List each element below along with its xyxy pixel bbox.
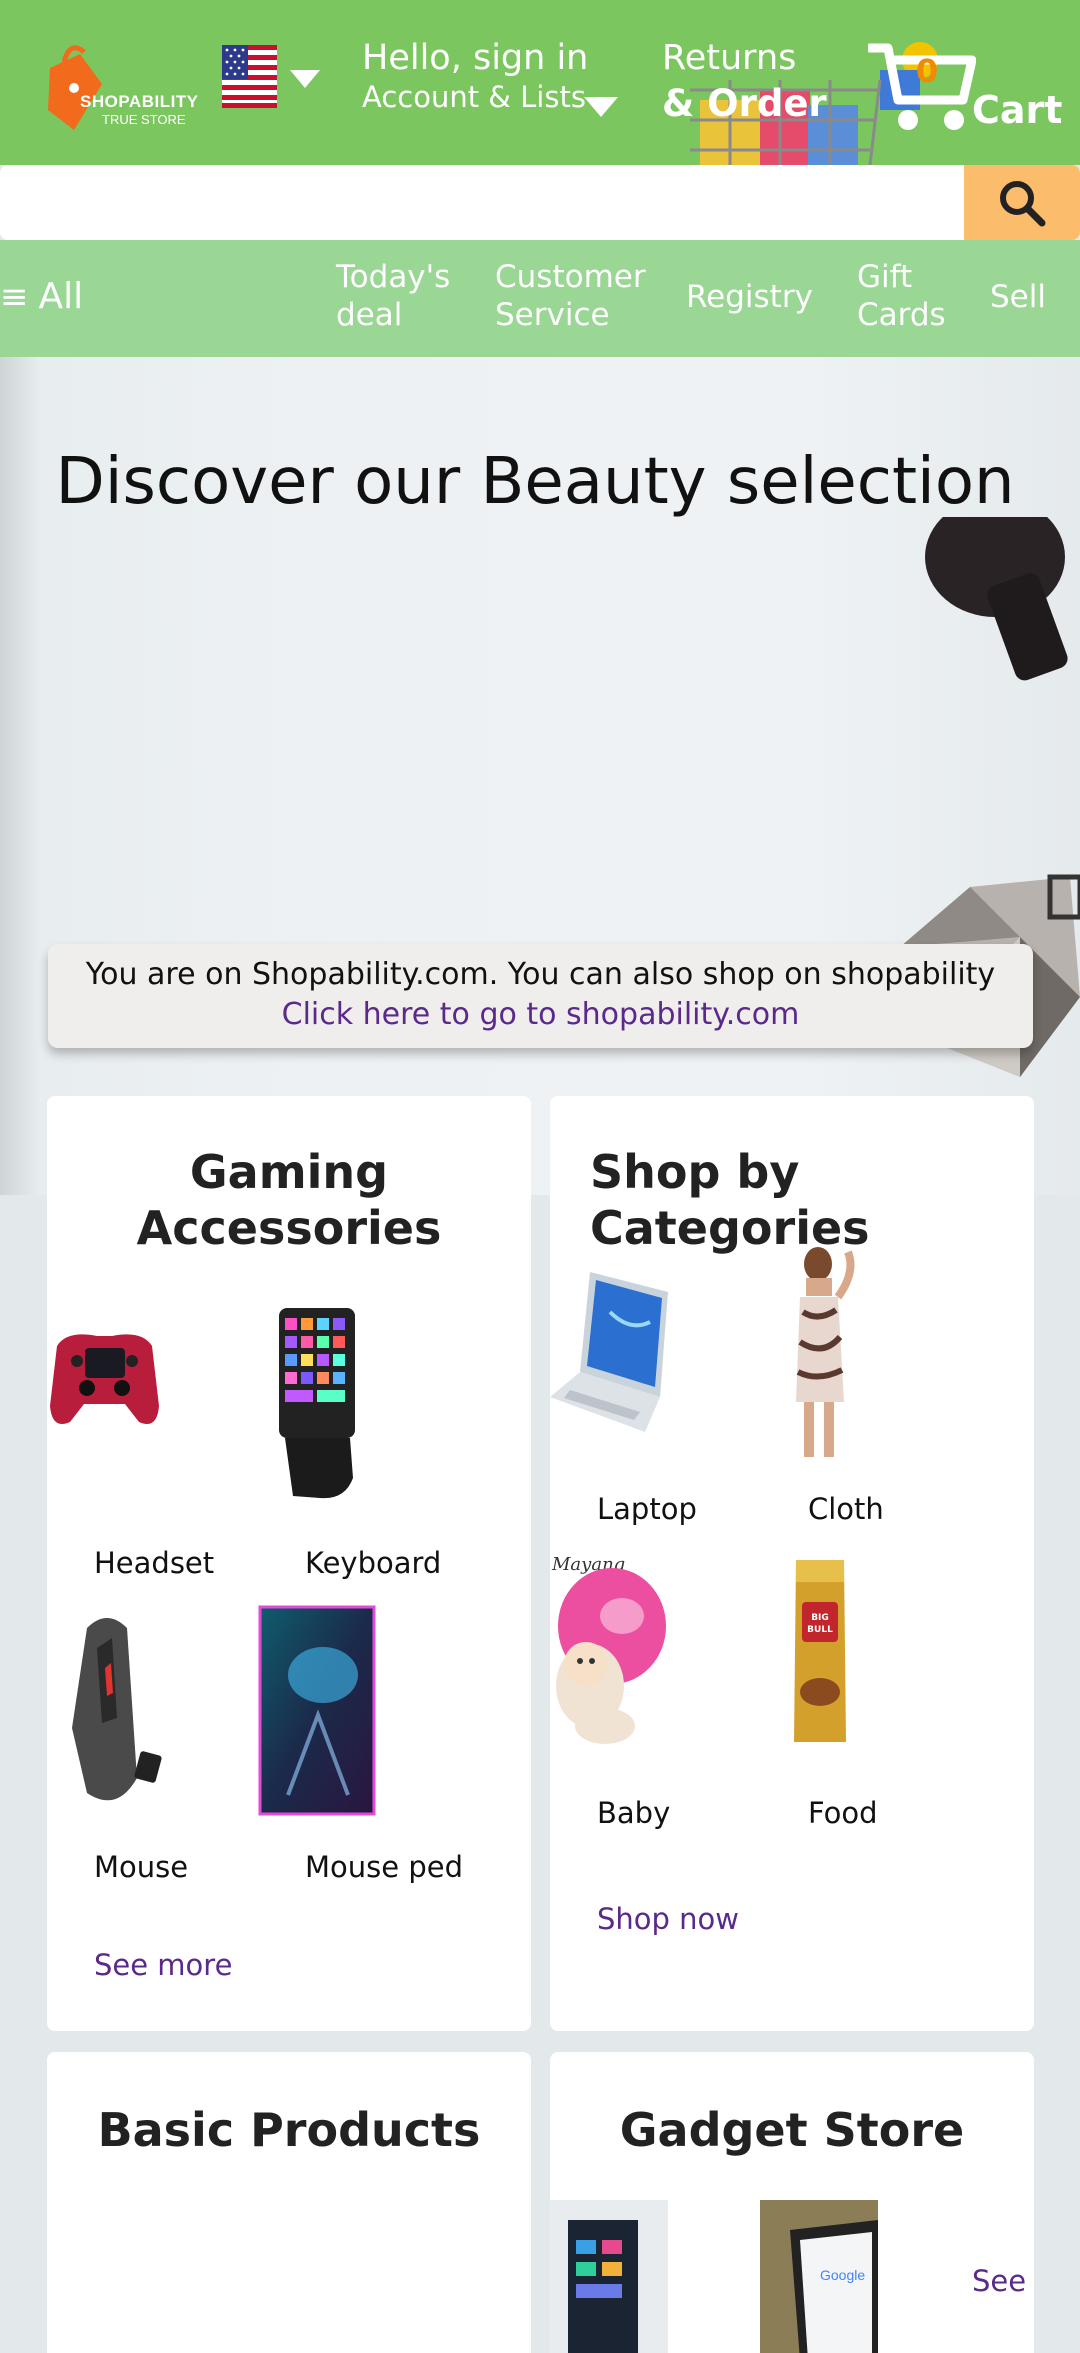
cart-count-badge: 0 [915, 52, 939, 90]
gaming-accessories-card: Gaming Accessories Headset Keyboard Mous… [47, 1096, 531, 2031]
food-pack-image[interactable]: BIG BULL [790, 1552, 850, 1752]
nav-item-sell[interactable]: Sell [990, 278, 1046, 316]
logo-subtext: TRUE STORE [102, 112, 186, 127]
nav-item-customer-service[interactable]: Customer Service [495, 258, 655, 334]
notice-link[interactable]: Click here to go to shopability.com [282, 997, 800, 1032]
search-button[interactable] [964, 165, 1080, 240]
gamepad-image[interactable] [47, 1326, 162, 1436]
hero-title: Discover our Beauty selection [55, 445, 1015, 519]
chevron-down-icon[interactable] [290, 70, 320, 88]
laptop-image[interactable] [550, 1262, 668, 1442]
card-title: Basic Products [97, 2103, 481, 2157]
chevron-down-icon[interactable] [584, 97, 618, 117]
see-link[interactable]: See [972, 2264, 1026, 2298]
baby-image[interactable]: Mayang [550, 1546, 668, 1756]
item-label-mouse-pad[interactable]: Mouse ped [305, 1850, 463, 1884]
item-label-keyboard[interactable]: Keyboard [305, 1546, 441, 1580]
notice-text: You are on Shopability.com. You can also… [85, 957, 996, 992]
gadget-store-card: Gadget Store Google See [550, 2052, 1034, 2353]
hero-banner[interactable]: Discover our Beauty selection [0, 357, 1080, 1195]
nav-all-menu[interactable]: ≡ All [0, 278, 83, 316]
smart-tv-image[interactable] [550, 2200, 668, 2353]
item-label-food[interactable]: Food [808, 1796, 878, 1830]
dress-image[interactable] [778, 1242, 860, 1462]
item-label-laptop[interactable]: Laptop [597, 1492, 697, 1526]
card-title: Shop by Categories [590, 1145, 870, 1255]
see-more-link[interactable]: See more [94, 1948, 232, 1982]
search-input[interactable] [0, 165, 964, 240]
orders-label[interactable]: & Order [662, 82, 827, 125]
item-label-mouse[interactable]: Mouse [94, 1850, 188, 1884]
mouse-image[interactable] [67, 1608, 167, 1813]
item-label-cloth[interactable]: Cloth [808, 1492, 884, 1526]
svg-text:BULL: BULL [807, 1625, 833, 1635]
item-label-baby[interactable]: Baby [597, 1796, 670, 1830]
nav-item-registry[interactable]: Registry [686, 278, 813, 316]
item-label-headset[interactable]: Headset [94, 1546, 214, 1580]
shop-now-link[interactable]: Shop now [597, 1902, 739, 1936]
nav-item-todays-deal[interactable]: Today's deal [336, 258, 456, 334]
search-bar [0, 165, 1080, 240]
search-icon [1000, 180, 1046, 226]
card-title: Gaming Accessories [136, 1145, 442, 1255]
tablet-screen-text: Google [820, 2267, 865, 2283]
account-lists-link[interactable]: Account & Lists [362, 80, 586, 114]
svg-text:BIG: BIG [811, 1613, 829, 1623]
us-flag-icon[interactable] [222, 45, 277, 108]
returns-label[interactable]: Returns [662, 38, 796, 78]
cart-label[interactable]: Cart [972, 88, 1062, 132]
keyboard-image[interactable] [275, 1308, 360, 1501]
main-nav: ≡ All Today's deal Customer Service Regi… [0, 240, 1080, 357]
top-header: SHOPABILITY TRUE STORE Hello, sign in Ac… [0, 0, 1080, 165]
site-notice: You are on Shopability.com. You can also… [48, 944, 1033, 1048]
tablet-image[interactable]: Google [760, 2200, 878, 2353]
sign-in-greeting[interactable]: Hello, sign in [362, 38, 588, 78]
basic-products-card: Basic Products [47, 2052, 531, 2353]
nav-item-gift-cards[interactable]: Gift Cards [857, 258, 947, 334]
logo-text: SHOPABILITY [80, 92, 199, 111]
hamburger-menu-icon: ≡ [0, 277, 29, 317]
shop-by-categories-card: Shop by Categories Laptop Cloth Mayang B… [550, 1096, 1034, 2031]
card-title: Gadget Store [619, 2103, 965, 2157]
nav-all-label: All [38, 276, 84, 317]
mousepad-image[interactable] [258, 1605, 376, 1816]
